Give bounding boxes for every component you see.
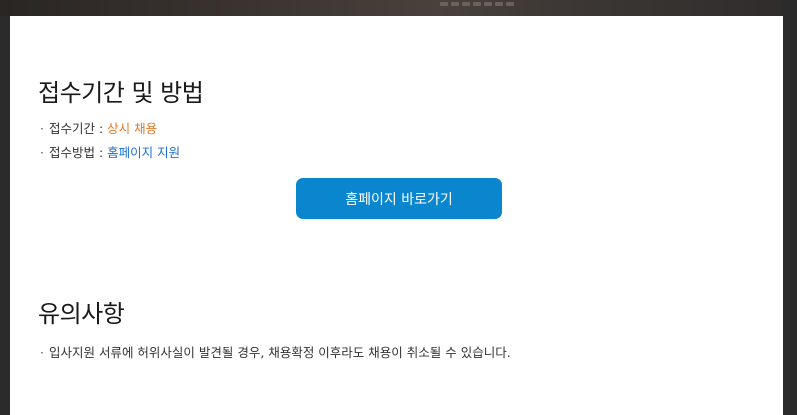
bullet-dot: ·: [40, 145, 44, 160]
notice-text: 입사지원 서류에 허위사실이 발견될 경우, 채용확정 이후라도 채용이 취소될…: [48, 345, 511, 360]
application-method-row: · 접수방법 : 홈페이지 지원: [40, 142, 180, 161]
keyboard-image: [440, 0, 530, 16]
notice-section-title: 유의사항: [38, 300, 125, 328]
bullet-dot: ·: [40, 345, 44, 360]
bullet-dot: ·: [40, 121, 44, 136]
hero-image-strip: [0, 0, 797, 16]
right-margin: [783, 0, 797, 415]
application-section-title: 접수기간 및 방법: [38, 79, 204, 107]
period-label: 접수기간 :: [48, 121, 108, 136]
main-content: 접수기간 및 방법 · 접수기간 : 상시 채용 · 접수방법 : 홈페이지 지원 …: [10, 16, 783, 415]
method-label: 접수방법 :: [48, 145, 108, 160]
application-period-row: · 접수기간 : 상시 채용: [40, 118, 157, 137]
left-margin: [0, 16, 10, 415]
period-value: 상시 채용: [107, 121, 158, 136]
notice-item: · 입사지원 서류에 허위사실이 발견될 경우, 채용확정 이후라도 채용이 취소…: [40, 342, 511, 361]
method-value: 홈페이지 지원: [107, 145, 181, 160]
homepage-shortcut-button[interactable]: 홈페이지 바로가기: [296, 178, 502, 219]
